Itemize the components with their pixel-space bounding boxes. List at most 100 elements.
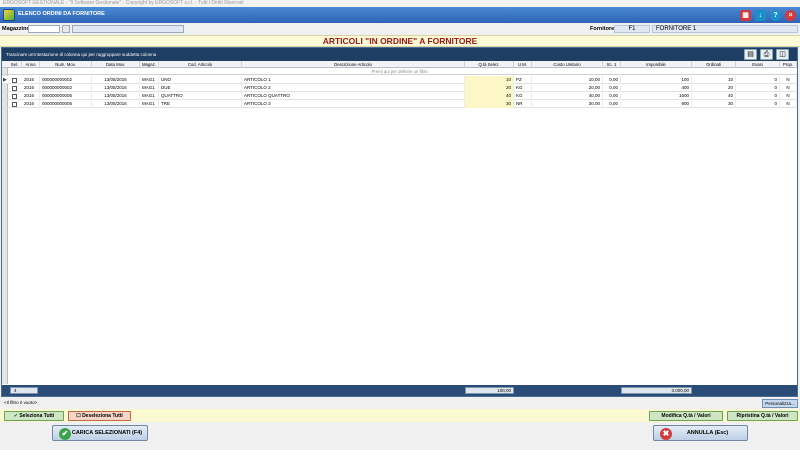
cell-anno: 2016: [22, 84, 40, 92]
download-icon[interactable]: ↓: [755, 10, 766, 21]
cell-descrizione: ARTICOLO 2: [242, 84, 465, 92]
col-cod-articolo[interactable]: Cod. Articolo: [159, 61, 242, 68]
window-title: ERGOSOFT GESTIONALE - "Il Software Gesti…: [0, 0, 800, 7]
col-data-mov[interactable]: Data Mov.: [92, 61, 140, 68]
cell-sc1: 0,00: [603, 100, 621, 108]
data-grid[interactable]: Trascinare un'intestazione di colonna qu…: [1, 47, 798, 397]
cell-cod-articolo: DUE: [159, 84, 242, 92]
col-sc1[interactable]: Sc. 1: [603, 61, 621, 68]
cell-anno: 2016: [22, 100, 40, 108]
cancel-button[interactable]: ✖ ANNULLA (Esc): [653, 425, 748, 441]
cell-prop: N: [780, 76, 797, 84]
close-icon[interactable]: ×: [785, 10, 796, 21]
calc-icon[interactable]: ▦: [740, 10, 751, 21]
filter-status-text: <Il filtro è vuoto>: [4, 400, 38, 405]
table-row[interactable]: 2016 000000000002 13/05/2016 MAG1 DUE AR…: [2, 84, 797, 92]
cell-qta-selez[interactable]: 40: [465, 92, 514, 100]
row-checkbox[interactable]: [12, 85, 17, 91]
col-ordinati[interactable]: Ordinati: [692, 61, 736, 68]
magazzino-input[interactable]: [28, 25, 60, 33]
magazzino-label: Magazzino: [2, 26, 30, 32]
export-excel-icon[interactable]: ▤: [744, 49, 757, 60]
cell-imponibile: 900: [621, 100, 692, 108]
row-checkbox[interactable]: [12, 93, 17, 99]
fornitore-label: Fornitore: [590, 26, 615, 32]
filter-bar: Magazzino Fornitore F1 FORNITORE 1: [0, 23, 800, 35]
ok-check-icon: ✔: [59, 427, 71, 440]
personalize-button[interactable]: Personalizza...: [762, 399, 798, 408]
select-all-button[interactable]: ✔ Seleziona Tutti: [4, 411, 64, 421]
col-qta-selez[interactable]: Q.tà Selez.: [465, 61, 514, 68]
cell-magaz: MAG1: [140, 76, 159, 84]
cell-um: NR: [514, 100, 532, 108]
cell-data-mov: 13/05/2016: [92, 84, 140, 92]
fornitore-code: F1: [614, 25, 650, 33]
col-anno[interactable]: Anno: [22, 61, 40, 68]
fornitore-name: FORNITORE 1: [652, 25, 798, 33]
total-imponibile: 3.000,00: [621, 387, 692, 394]
row-checkbox[interactable]: [12, 77, 17, 83]
cell-costo: 20,00: [532, 84, 603, 92]
cell-descrizione: ARTICOLO 1: [242, 76, 465, 84]
cell-cod-articolo: QUATTRO: [159, 92, 242, 100]
row-checkbox[interactable]: [12, 101, 17, 107]
print-grid-icon[interactable]: ⎙: [760, 49, 773, 60]
cell-um: PZ: [514, 76, 532, 84]
cell-ordinati: 20: [692, 84, 736, 92]
load-selected-button[interactable]: ✔ CARICA SELEZIONATI (F4): [52, 425, 148, 441]
cell-ordinati: 30: [692, 100, 736, 108]
cell-sc1: 0,00: [603, 92, 621, 100]
magazzino-lookup-button[interactable]: [62, 25, 70, 33]
cell-num-mov: 000000000002: [40, 84, 92, 92]
col-imponibile[interactable]: Imponibile: [621, 61, 692, 68]
col-costo-unitario[interactable]: Costo Unitario: [532, 61, 603, 68]
cell-num-mov: 000000000002: [40, 76, 92, 84]
cell-cod-articolo: UNO: [159, 76, 242, 84]
cell-qta-selez[interactable]: 30: [465, 100, 514, 108]
app-logo: [3, 9, 15, 21]
cell-descrizione: ARTICOLO 3: [242, 100, 465, 108]
cell-magaz: MAG1: [140, 100, 159, 108]
cell-evasi: 0: [736, 100, 780, 108]
deselect-all-button[interactable]: ☐ Deseleziona Tutti: [68, 411, 131, 421]
row-indicator-column: [2, 61, 8, 384]
layout-icon[interactable]: ◫: [776, 49, 789, 60]
help-icon[interactable]: ?: [770, 10, 781, 21]
cell-sc1: 0,00: [603, 84, 621, 92]
table-row[interactable]: 2016 000000000005 13/05/2016 MAG1 TRE AR…: [2, 100, 797, 108]
col-sel[interactable]: Sel.: [8, 61, 22, 68]
bottom-bar: ✔ CARICA SELEZIONATI (F4) ✖ ANNULLA (Esc…: [0, 422, 800, 450]
col-magaz[interactable]: Magaz.: [140, 61, 159, 68]
restore-qty-button[interactable]: Ripristina Q.tà / Valori: [727, 411, 798, 421]
cell-descrizione: ARTICOLO QUATTRO: [242, 92, 465, 100]
filter-status-bar: <Il filtro è vuoto>: [0, 398, 800, 409]
col-descrizione[interactable]: Descrizione Articolo: [242, 61, 465, 68]
form-header: ELENCO ORDINI DA FORNITORE ▦ ↓ ? ×: [0, 7, 800, 23]
table-row[interactable]: 2016 000000000005 13/05/2016 MAG1 QUATTR…: [2, 92, 797, 100]
cell-qta-selez[interactable]: 20: [465, 84, 514, 92]
table-row[interactable]: ▶ 2016 000000000002 13/05/2016 MAG1 UNO …: [2, 76, 797, 84]
cell-costo: 30,00: [532, 100, 603, 108]
col-num-mov[interactable]: Num. Mov.: [40, 61, 92, 68]
col-prop[interactable]: Prop.: [780, 61, 797, 68]
col-um[interactable]: U.M.: [514, 61, 532, 68]
grid-filter-row[interactable]: Premi qui per definire un filtro: [2, 68, 797, 75]
cell-anno: 2016: [22, 92, 40, 100]
cell-um: KG: [514, 84, 532, 92]
modify-qty-button[interactable]: Modifica Q.tà / Valori: [649, 411, 723, 421]
cell-imponibile: 1600: [621, 92, 692, 100]
cell-sc1: 0,00: [603, 76, 621, 84]
cell-costo: 40,00: [532, 92, 603, 100]
cell-qta-selez[interactable]: 10: [465, 76, 514, 84]
cell-prop: N: [780, 92, 797, 100]
cell-anno: 2016: [22, 76, 40, 84]
col-evasi[interactable]: Evasi: [736, 61, 780, 68]
cell-magaz: MAG1: [140, 84, 159, 92]
cell-data-mov: 13/05/2016: [92, 76, 140, 84]
cell-data-mov: 13/05/2016: [92, 100, 140, 108]
cell-evasi: 0: [736, 84, 780, 92]
cell-prop: N: [780, 100, 797, 108]
row-count: 4: [10, 387, 38, 394]
cell-magaz: MAG1: [140, 92, 159, 100]
group-panel[interactable]: Trascinare un'intestazione di colonna qu…: [2, 48, 797, 61]
